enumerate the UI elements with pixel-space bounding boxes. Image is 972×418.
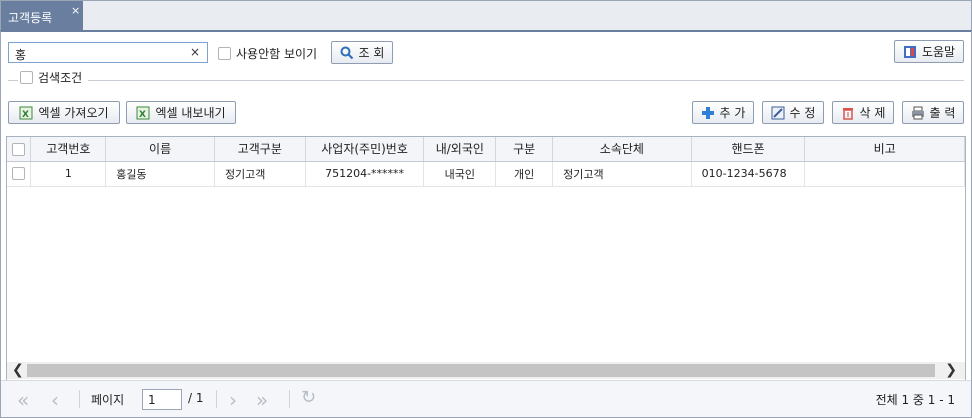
select-all-cell[interactable] (7, 137, 32, 162)
cell-mobile[interactable]: 010-1234-5678 (691, 161, 806, 187)
query-button[interactable]: 조 회 (331, 41, 393, 64)
divider (8, 80, 18, 81)
excel-export-label: 엑셀 내보내기 (155, 106, 226, 120)
select-all-checkbox[interactable] (12, 142, 26, 156)
search-conditions-checkbox[interactable] (20, 71, 33, 84)
column-header[interactable]: 소속단체 (552, 137, 692, 162)
cell-business-no[interactable]: 751204-****** (305, 161, 425, 187)
next-page-icon[interactable]: › (229, 388, 237, 412)
show-inactive-checkbox[interactable] (218, 47, 231, 60)
excel-import-label: 엑셀 가져오기 (38, 106, 109, 120)
trash-icon (841, 106, 855, 120)
divider (289, 390, 290, 408)
svg-text:X: X (139, 110, 146, 120)
printer-icon (911, 106, 925, 120)
table-row[interactable]: 1 홍길동 정기고객 751204-****** 내국인 개인 정기고객 010… (7, 161, 965, 187)
clear-icon[interactable]: × (190, 45, 200, 59)
tab-bar: 고객등록 × (0, 0, 972, 32)
cell-nationality[interactable]: 내국인 (423, 161, 497, 187)
excel-import-button[interactable]: X 엑셀 가져오기 (8, 101, 120, 124)
customer-table: 고객번호 이름 고객구분 사업자(주민)번호 내/외국인 구분 소속단체 핸드폰… (7, 137, 965, 187)
pencil-icon (771, 106, 785, 120)
prev-page-icon[interactable]: ‹ (51, 388, 59, 412)
add-button-label: 추 가 (719, 106, 746, 120)
horizontal-scrollbar[interactable]: ❮ ❯ (7, 362, 965, 379)
svg-text:X: X (22, 110, 29, 120)
column-header[interactable]: 이름 (105, 137, 215, 162)
add-button[interactable]: 추 가 (692, 101, 754, 124)
help-button-label: 도움말 (921, 45, 956, 59)
total-pages: / 1 (188, 391, 204, 405)
search-conditions-label: 검색조건 (38, 71, 83, 85)
scroll-left-icon[interactable]: ❮ (12, 362, 24, 378)
show-inactive-option: 사용안함 보이기 (218, 45, 317, 62)
cell-remarks[interactable] (804, 161, 965, 187)
query-button-label: 조 회 (358, 46, 385, 60)
show-inactive-label: 사용안함 보이기 (236, 47, 318, 61)
book-icon (903, 45, 917, 59)
excel-icon: X (136, 106, 150, 120)
print-button[interactable]: 출 력 (902, 101, 964, 124)
print-button-label: 출 력 (929, 106, 956, 120)
scroll-right-icon[interactable]: ❯ (945, 362, 957, 378)
column-header[interactable]: 구분 (495, 137, 554, 162)
search-input[interactable]: 홍 × (8, 42, 208, 63)
last-page-icon[interactable]: » (256, 388, 268, 412)
cell-name[interactable]: 홍길동 (105, 161, 215, 187)
divider (79, 390, 80, 408)
customer-grid: 고객번호 이름 고객구분 사업자(주민)번호 내/외국인 구분 소속단체 핸드폰… (6, 136, 966, 381)
pager: « ‹ 페이지 1 / 1 › » ↻ 전체 1 중 1 - 1 (1, 380, 971, 417)
page-number-input[interactable]: 1 (142, 389, 182, 410)
search-value[interactable]: 홍 (15, 46, 26, 63)
column-header[interactable]: 고객번호 (30, 137, 107, 162)
tab-title: 고객등록 (8, 11, 53, 25)
search-conditions-toggle[interactable]: 검색조건 (20, 69, 82, 86)
search-icon (340, 46, 354, 60)
cell-customer-no[interactable]: 1 (30, 161, 107, 187)
plus-icon (701, 106, 715, 120)
tab-customer-register[interactable]: 고객등록 × (1, 1, 83, 32)
close-icon[interactable]: × (71, 4, 80, 17)
column-header[interactable]: 내/외국인 (423, 137, 497, 162)
record-summary: 전체 1 중 1 - 1 (875, 393, 955, 407)
row-select-cell[interactable] (7, 161, 32, 187)
column-header[interactable]: 핸드폰 (691, 137, 806, 162)
divider (88, 80, 964, 81)
divider (216, 390, 217, 408)
delete-button-label: 삭 제 (859, 106, 886, 120)
cell-group[interactable]: 정기고객 (552, 161, 692, 187)
scroll-thumb[interactable] (27, 364, 935, 377)
table-header-row: 고객번호 이름 고객구분 사업자(주민)번호 내/외국인 구분 소속단체 핸드폰… (7, 137, 965, 162)
cell-customer-type[interactable]: 정기고객 (214, 161, 306, 187)
edit-button[interactable]: 수 정 (762, 101, 824, 124)
excel-icon: X (19, 106, 33, 120)
cell-category[interactable]: 개인 (495, 161, 554, 187)
column-header[interactable]: 사업자(주민)번호 (305, 137, 425, 162)
delete-button[interactable]: 삭 제 (832, 101, 894, 124)
help-button[interactable]: 도움말 (894, 40, 964, 63)
column-header[interactable]: 비고 (804, 137, 965, 162)
page-label: 페이지 (91, 393, 125, 407)
edit-button-label: 수 정 (789, 106, 816, 120)
column-header[interactable]: 고객구분 (214, 137, 306, 162)
first-page-icon[interactable]: « (17, 388, 29, 412)
row-checkbox[interactable] (12, 167, 26, 181)
excel-export-button[interactable]: X 엑셀 내보내기 (126, 101, 236, 124)
refresh-icon[interactable]: ↻ (301, 387, 316, 408)
